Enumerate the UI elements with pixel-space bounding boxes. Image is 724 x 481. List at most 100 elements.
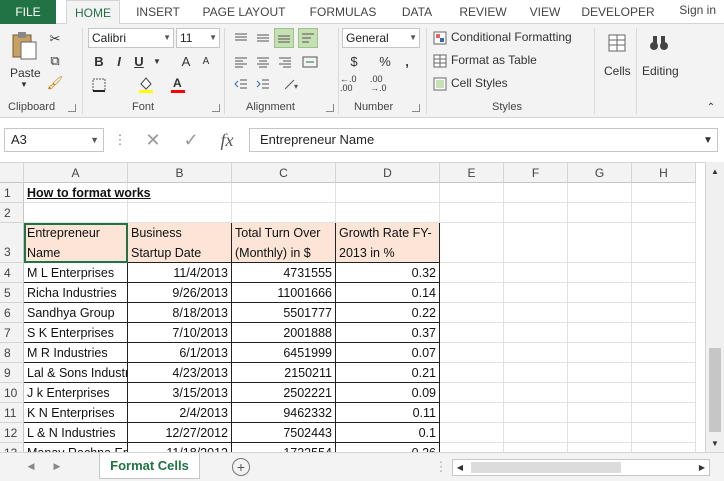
prev-sheet-icon[interactable]: ◀ (24, 458, 38, 474)
next-sheet-icon[interactable]: ▶ (50, 458, 64, 474)
row-header-2[interactable]: 2 (0, 203, 24, 223)
align-top-icon[interactable] (232, 30, 250, 46)
increase-indent-icon[interactable] (254, 76, 272, 92)
data-cell[interactable]: 0.32 (336, 263, 440, 283)
cell-b2[interactable] (128, 203, 232, 223)
tab-insert[interactable]: INSERT (128, 0, 188, 24)
alignment-launcher-icon[interactable] (326, 104, 334, 112)
cell-e3[interactable] (440, 223, 504, 263)
column-header-g[interactable]: G (568, 163, 632, 183)
row-header-7[interactable]: 7 (0, 323, 24, 343)
data-cell[interactable]: Richa Industries (24, 283, 128, 303)
tab-data[interactable]: DATA (392, 0, 442, 24)
cell-e4[interactable] (440, 263, 504, 283)
data-cell[interactable]: 6/1/2013 (128, 343, 232, 363)
cell-h8[interactable] (632, 343, 696, 363)
row-header-5[interactable]: 5 (0, 283, 24, 303)
data-cell[interactable]: 12/27/2012 (128, 423, 232, 443)
font-color-icon[interactable]: A (168, 74, 188, 94)
scroll-down-icon[interactable]: ▼ (708, 436, 722, 450)
cell-h10[interactable] (632, 383, 696, 403)
cell-f12[interactable] (504, 423, 568, 443)
tab-file[interactable]: FILE (0, 0, 56, 24)
cell-e2[interactable] (440, 203, 504, 223)
data-cell[interactable]: 0.14 (336, 283, 440, 303)
currency-button[interactable]: $ (344, 52, 364, 70)
comma-button[interactable]: , (398, 52, 416, 70)
data-cell[interactable]: Sandhya Group (24, 303, 128, 323)
format-as-table-button[interactable]: Format as Table (451, 53, 537, 67)
cell-g5[interactable] (568, 283, 632, 303)
cell-g2[interactable] (568, 203, 632, 223)
data-cell[interactable]: 7502443 (232, 423, 336, 443)
data-cell[interactable]: 2150211 (232, 363, 336, 383)
tab-developer[interactable]: DEVELOPER (578, 0, 658, 24)
data-cell[interactable]: 3/15/2013 (128, 383, 232, 403)
cell-e1[interactable] (440, 183, 504, 203)
data-cell[interactable]: L & N Industries (24, 423, 128, 443)
cell-h6[interactable] (632, 303, 696, 323)
data-cell[interactable]: J k Enterprises (24, 383, 128, 403)
cell-f9[interactable] (504, 363, 568, 383)
data-cell[interactable]: 9462332 (232, 403, 336, 423)
scrollbar-thumb[interactable] (709, 348, 721, 432)
cell-h9[interactable] (632, 363, 696, 383)
cell-h13[interactable] (632, 443, 696, 452)
data-cell[interactable]: 0.37 (336, 323, 440, 343)
data-cell[interactable]: S K Enterprises (24, 323, 128, 343)
header-cell-d[interactable]: Growth Rate FY- 2013 in % (336, 223, 440, 263)
data-cell[interactable]: 0.1 (336, 423, 440, 443)
paste-dropdown-icon[interactable]: ▼ (20, 80, 28, 89)
cell-e7[interactable] (440, 323, 504, 343)
data-cell[interactable]: K N Enterprises (24, 403, 128, 423)
decrease-indent-icon[interactable] (232, 76, 250, 92)
data-cell[interactable]: 2001888 (232, 323, 336, 343)
cell-g8[interactable] (568, 343, 632, 363)
cell-c1[interactable] (232, 183, 336, 203)
row-header-9[interactable]: 9 (0, 363, 24, 383)
orientation-icon[interactable]: ▾ (280, 76, 306, 92)
data-cell[interactable]: 9/26/2013 (128, 283, 232, 303)
align-left-icon[interactable] (232, 54, 250, 70)
cell-f4[interactable] (504, 263, 568, 283)
row-header-10[interactable]: 10 (0, 383, 24, 403)
column-header-f[interactable]: F (504, 163, 568, 183)
scroll-up-icon[interactable]: ▲ (708, 164, 722, 178)
scroll-left-icon[interactable]: ◀ (453, 460, 467, 475)
borders-icon[interactable] (90, 76, 108, 94)
data-cell[interactable]: 0.21 (336, 363, 440, 383)
cell-g12[interactable] (568, 423, 632, 443)
formula-input[interactable]: Entrepreneur Name (249, 128, 718, 152)
bold-button[interactable]: B (90, 52, 108, 70)
data-cell[interactable]: 8/18/2013 (128, 303, 232, 323)
cut-icon[interactable]: ✂ (46, 30, 64, 48)
column-header-b[interactable]: B (128, 163, 232, 183)
cell-h4[interactable] (632, 263, 696, 283)
data-cell[interactable]: 11/4/2013 (128, 263, 232, 283)
cell-h11[interactable] (632, 403, 696, 423)
data-cell[interactable]: 6451999 (232, 343, 336, 363)
cell-h5[interactable] (632, 283, 696, 303)
cell-a2[interactable] (24, 203, 128, 223)
scroll-right-icon[interactable]: ▶ (695, 460, 709, 475)
cell-g7[interactable] (568, 323, 632, 343)
data-cell[interactable]: M L Enterprises (24, 263, 128, 283)
select-all-corner[interactable] (0, 163, 24, 183)
header-cell-c[interactable]: Total Turn Over (Monthly) in $ (232, 223, 336, 263)
row-header-6[interactable]: 6 (0, 303, 24, 323)
font-launcher-icon[interactable] (212, 104, 220, 112)
data-cell[interactable]: 11/18/2012 (128, 443, 232, 452)
data-cell[interactable]: 11001666 (232, 283, 336, 303)
data-cell[interactable]: 5501777 (232, 303, 336, 323)
row-header-1[interactable]: 1 (0, 183, 24, 203)
cell-e11[interactable] (440, 403, 504, 423)
tab-view[interactable]: VIEW (522, 0, 568, 24)
number-format-select[interactable]: General ▼ (342, 28, 420, 48)
title-cell[interactable]: How to format works (24, 183, 232, 203)
cell-h1[interactable] (632, 183, 696, 203)
data-cell[interactable]: 1722554 (232, 443, 336, 452)
data-cell[interactable]: 0.26 (336, 443, 440, 452)
cell-g3[interactable] (568, 223, 632, 263)
data-cell[interactable]: 0.11 (336, 403, 440, 423)
sign-in-link[interactable]: Sign in (679, 0, 716, 20)
